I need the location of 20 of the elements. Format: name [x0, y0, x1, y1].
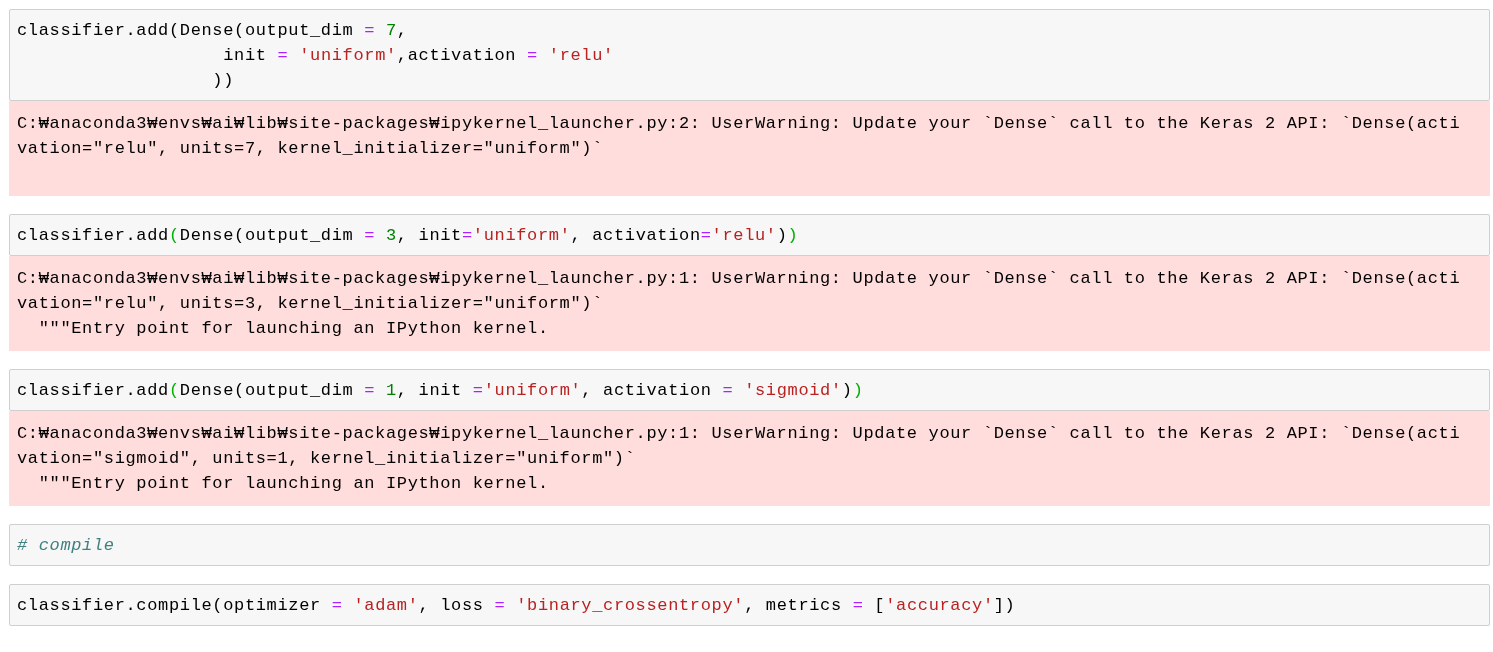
code-input-area[interactable]: classifier.add(Dense(output_dim = 1, init ='uniform', activation = 'sigmoid')) [9, 369, 1490, 411]
code-input-area[interactable]: # compile [9, 524, 1490, 566]
code-line: classifier.add(Dense(output_dim = 7, [17, 20, 408, 42]
warning-text: vation="relu", units=3, kernel_initializer="uniform")` [17, 293, 603, 315]
code-input-area[interactable]: classifier.add(Dense(output_dim = 3, init='uniform', activation='relu')) [9, 214, 1490, 256]
code-line: classifier.add(Dense(output_dim = 3, init='uniform', activation='relu')) [17, 225, 799, 247]
warning-text: C:₩anaconda3₩envs₩ai₩lib₩site-packages₩ipykernel_launcher.py:2: UserWarning: Update your `Dense` call to the Keras 2 API: `Dense(acti [17, 113, 1461, 135]
warning-text: C:₩anaconda3₩envs₩ai₩lib₩site-packages₩ipykernel_launcher.py:1: UserWarning: Update your `Dense` call to the Keras 2 API: `Dense(acti [17, 268, 1461, 290]
code-line: # compile [17, 535, 115, 557]
warning-text: """Entry point for launching an IPython kernel. [37, 318, 549, 340]
code-line: init = 'uniform',activation = 'relu' [222, 45, 614, 67]
code-input-area[interactable]: classifier.add(Dense(output_dim = 7, init = 'uniform',activation = 'relu' )) [9, 9, 1490, 101]
code-line: classifier.add(Dense(output_dim = 1, init ='uniform', activation = 'sigmoid')) [17, 380, 864, 402]
code-input-area[interactable]: classifier.compile(optimizer = 'adam', loss = 'binary_crossentropy', metrics = ['accuracy']) [9, 584, 1490, 626]
warning-text: vation="sigmoid", units=1, kernel_initializer="uniform")` [17, 448, 636, 470]
warning-text: vation="relu", units=7, kernel_initializer="uniform")` [17, 138, 603, 160]
warning-text: C:₩anaconda3₩envs₩ai₩lib₩site-packages₩ipykernel_launcher.py:1: UserWarning: Update your `Dense` call to the Keras 2 API: `Dense(acti [17, 423, 1461, 445]
code-line: )) [211, 70, 235, 92]
code-line: classifier.compile(optimizer = 'adam', loss = 'binary_crossentropy', metrics = ['accuracy']) [17, 595, 1016, 617]
warning-text: """Entry point for launching an IPython kernel. [37, 473, 549, 495]
